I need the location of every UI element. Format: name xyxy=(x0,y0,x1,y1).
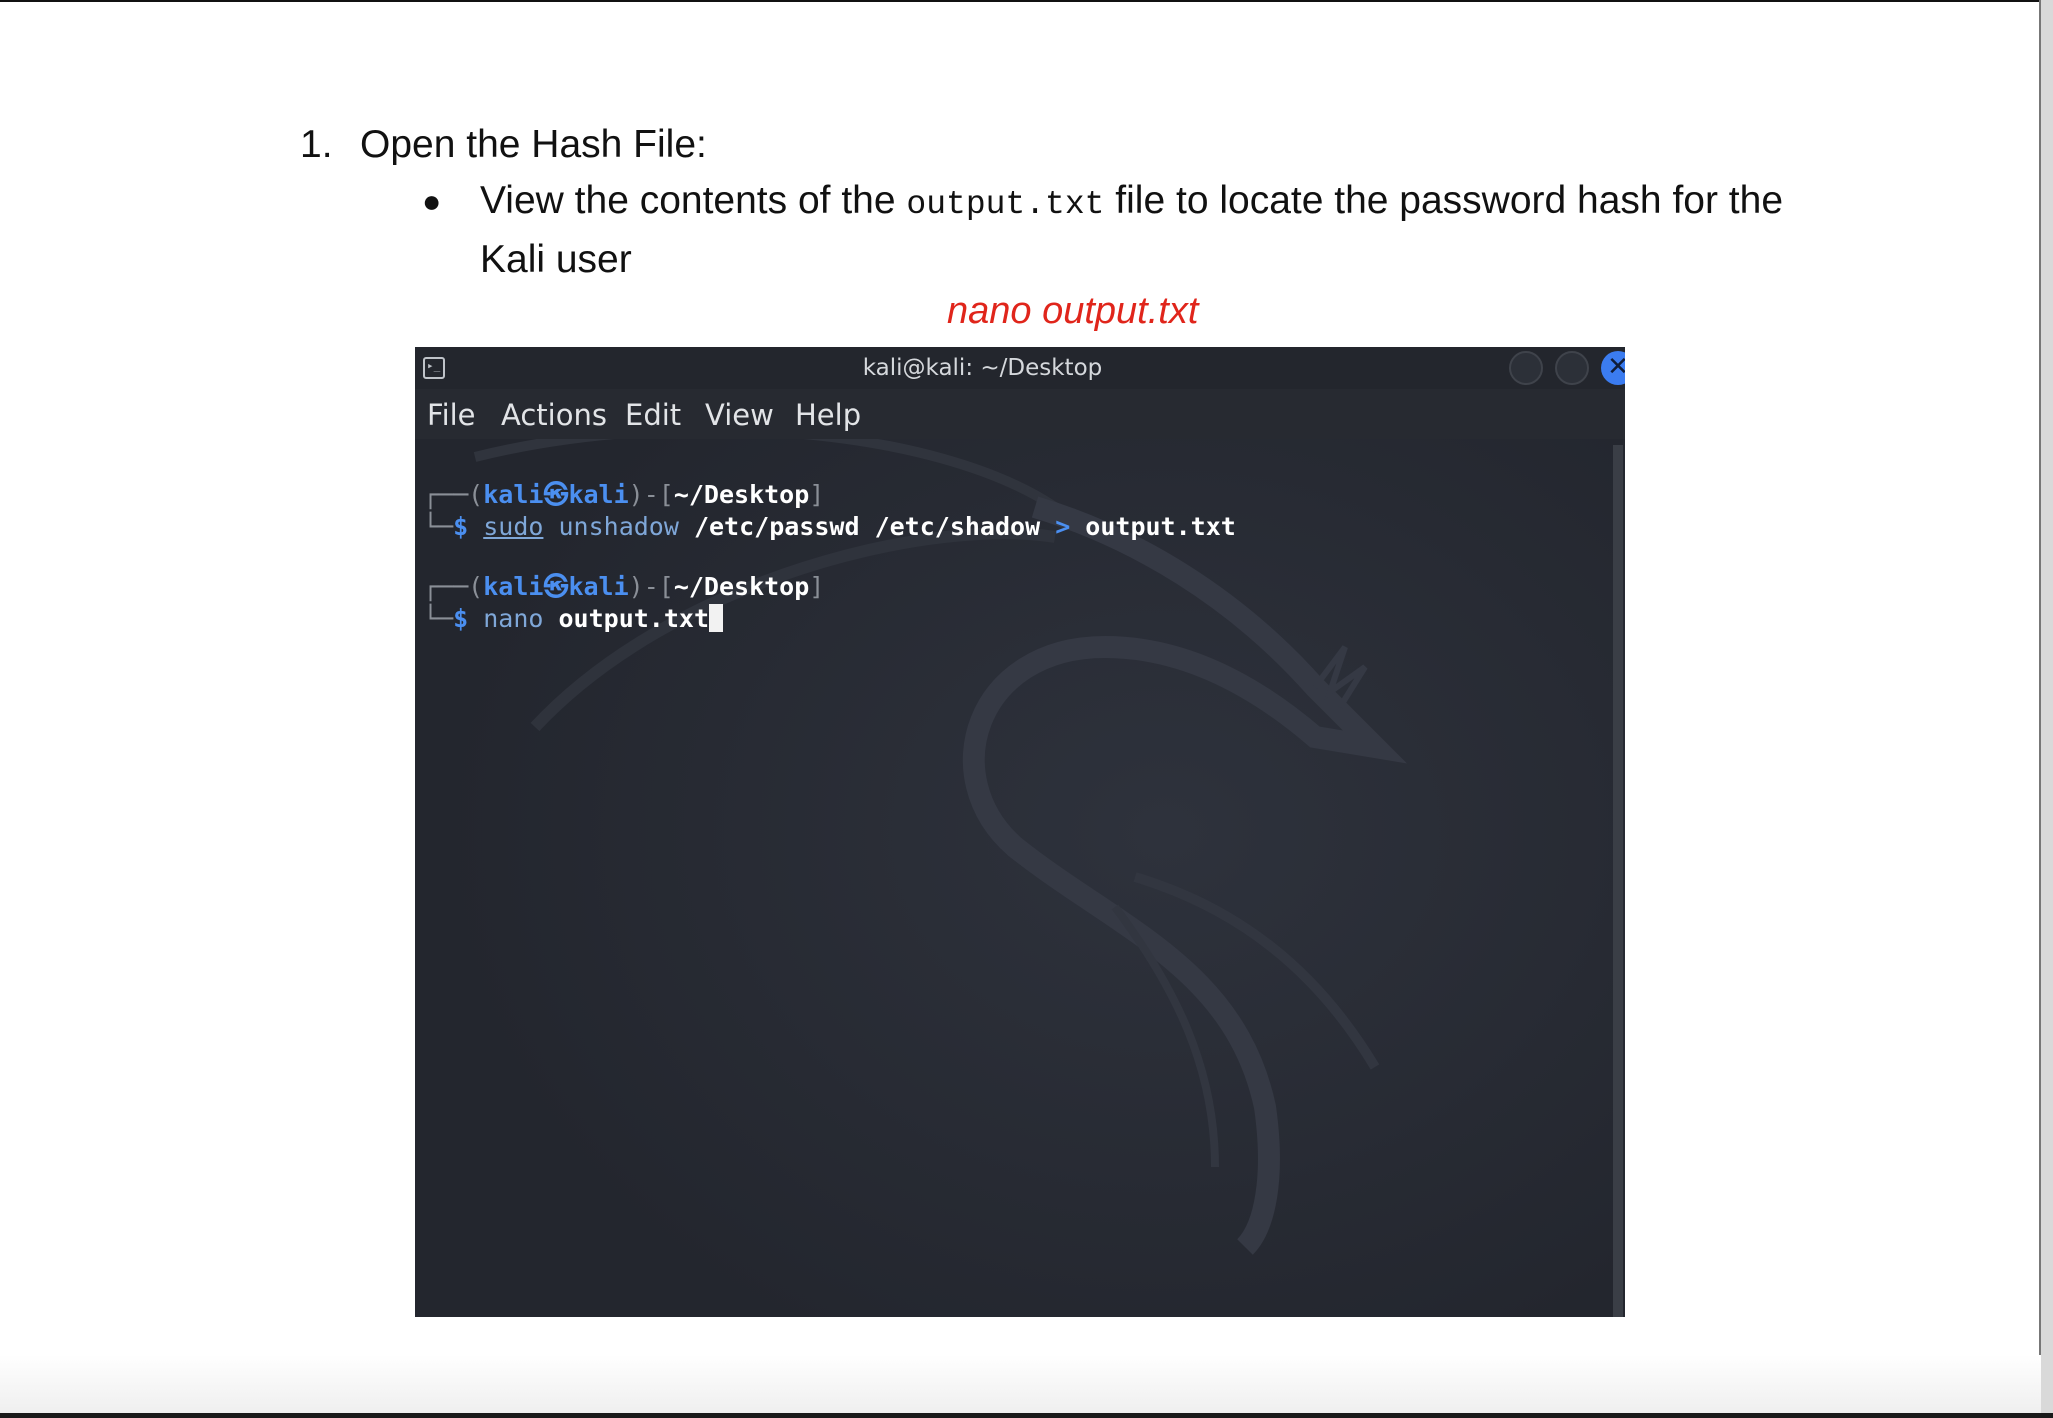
cmd-unshadow: unshadow xyxy=(543,512,694,541)
cmd-redirect: > xyxy=(1055,512,1086,541)
list-title: Open the Hash File: xyxy=(360,123,707,166)
prompt-frame: ┌──( xyxy=(423,572,484,601)
menu-help[interactable]: Help xyxy=(795,398,861,432)
bullet-code: output.txt xyxy=(906,186,1105,223)
prompt-at: ㉿ xyxy=(543,480,569,509)
terminal-titlebar[interactable]: ▸_ kali@kali: ~/Desktop ✕ xyxy=(415,347,1625,389)
prompt-bracket: )-[ xyxy=(628,572,674,601)
menu-actions[interactable]: Actions xyxy=(501,398,607,432)
prompt-path: ~/Desktop xyxy=(673,572,810,601)
text-cursor xyxy=(709,604,723,632)
prompt-frame: ┌──( xyxy=(423,480,484,509)
prompt-2-header: ┌──(kali㉿kali)-[~/Desktop] xyxy=(423,571,824,603)
cmd-sudo: sudo xyxy=(483,512,544,541)
terminal-menubar: File Actions Edit View Help xyxy=(415,389,1625,439)
menu-view[interactable]: View xyxy=(705,398,774,432)
command-line-2[interactable]: └─$ nano output.txt xyxy=(423,603,723,635)
list-number: 1. xyxy=(300,123,333,166)
prompt-dollar: $ xyxy=(453,512,484,541)
prompt-path: ~/Desktop xyxy=(673,480,810,509)
prompt-at: ㉿ xyxy=(543,572,569,601)
prompt-dollar: $ xyxy=(453,604,484,633)
prompt-user: kali xyxy=(483,480,544,509)
prompt-host: kali xyxy=(568,480,629,509)
window-title: kali@kali: ~/Desktop xyxy=(862,355,1103,381)
prompt-bracket: )-[ xyxy=(628,480,674,509)
prompt-frame-bottom: └─ xyxy=(423,512,454,541)
terminal-scrollbar[interactable] xyxy=(1613,445,1623,1317)
prompt-1-header: ┌──(kali㉿kali)-[~/Desktop] xyxy=(423,479,824,511)
document-page: 1. Open the Hash File: ● View the conten… xyxy=(0,0,2053,1418)
maximize-button[interactable] xyxy=(1555,351,1589,385)
cmd-nano: nano xyxy=(483,604,559,633)
bullet-icon: ● xyxy=(422,183,442,219)
cmd-target: output.txt xyxy=(1085,512,1236,541)
top-border xyxy=(0,0,2053,2)
menu-edit[interactable]: Edit xyxy=(625,398,681,432)
bullet-text-start: View the contents of the xyxy=(480,179,907,222)
prompt-bracket-end: ] xyxy=(809,572,825,601)
cmd-args: /etc/passwd /etc/shadow xyxy=(693,512,1056,541)
close-button[interactable]: ✕ xyxy=(1601,351,1625,385)
bullet-text: View the contents of the output.txt file… xyxy=(480,173,1800,287)
command-caption: nano output.txt xyxy=(947,290,1199,332)
prompt-user: kali xyxy=(483,572,544,601)
terminal-window[interactable]: ▸_ kali@kali: ~/Desktop ✕ File Actions E… xyxy=(415,347,1625,1317)
cmd-target: output.txt xyxy=(558,604,709,633)
minimize-button[interactable] xyxy=(1509,351,1543,385)
page-right-margin xyxy=(2041,0,2053,1418)
prompt-frame-bottom: └─ xyxy=(423,604,454,633)
page-bottom-band xyxy=(0,1355,2041,1413)
bottom-border xyxy=(0,1413,2053,1418)
prompt-bracket-end: ] xyxy=(809,480,825,509)
prompt-host: kali xyxy=(568,572,629,601)
menu-file[interactable]: File xyxy=(427,398,476,432)
command-line-1: └─$ sudo unshadow /etc/passwd /etc/shado… xyxy=(423,511,1236,543)
